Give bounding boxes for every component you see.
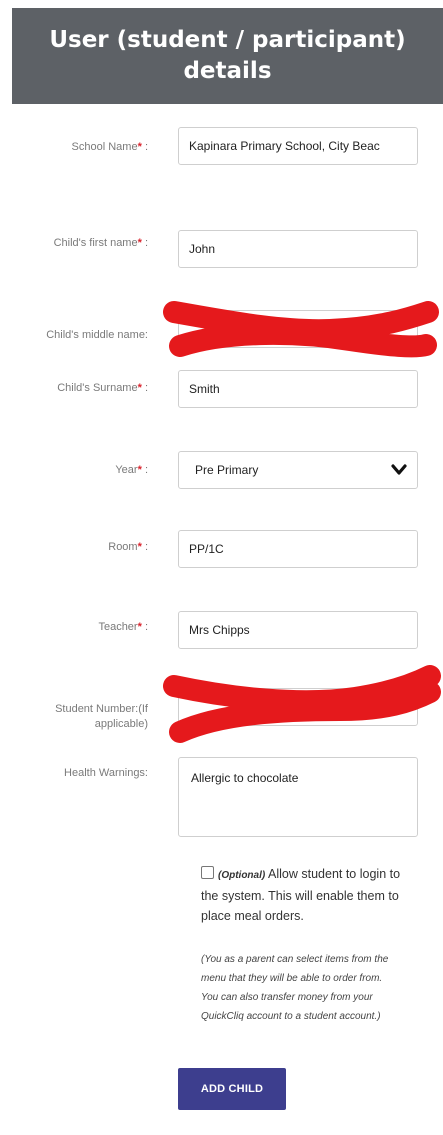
health-warnings-textarea[interactable]: Allergic to chocolate	[178, 757, 418, 837]
required-mark: *	[137, 141, 142, 153]
chevron-down-icon	[391, 464, 407, 475]
year-select[interactable]: Pre Primary	[178, 451, 418, 489]
page-header: User (student / participant) details	[12, 8, 443, 104]
required-mark: *	[137, 541, 142, 553]
allow-login-checkbox[interactable]	[201, 866, 214, 879]
school-name-label: School Name* :	[71, 141, 148, 153]
room-input[interactable]: PP/1C	[178, 530, 418, 568]
year-label: Year* :	[115, 464, 148, 476]
first-name-input[interactable]: John	[178, 230, 418, 268]
required-mark: *	[137, 237, 142, 249]
parent-note: (You as a parent can select items from t…	[201, 954, 389, 1022]
allow-login-option: (Optional) Allow student to login to the…	[201, 864, 401, 926]
required-mark: *	[137, 382, 142, 394]
school-name-input[interactable]: Kapinara Primary School, City Beac	[178, 127, 418, 165]
required-mark: *	[137, 621, 142, 633]
page-title: User (student / participant) details	[49, 27, 406, 84]
teacher-input[interactable]: Mrs Chipps	[178, 611, 418, 649]
room-label: Room* :	[108, 541, 148, 553]
surname-label: Child's Surname* :	[57, 382, 148, 394]
optional-tag: (Optional)	[218, 870, 266, 881]
health-warnings-label: Health Warnings:	[64, 767, 148, 779]
surname-input[interactable]: Smith	[178, 370, 418, 408]
student-number-label: Student Number:(If applicable)	[55, 703, 148, 730]
middle-name-label: Child's middle name:	[46, 329, 148, 341]
teacher-label: Teacher* :	[98, 621, 148, 633]
middle-name-input[interactable]	[178, 310, 418, 348]
student-number-input[interactable]	[178, 688, 418, 726]
required-mark: *	[137, 464, 142, 476]
add-child-button[interactable]: ADD CHILD	[178, 1068, 286, 1110]
first-name-label: Child's first name* :	[53, 237, 148, 249]
